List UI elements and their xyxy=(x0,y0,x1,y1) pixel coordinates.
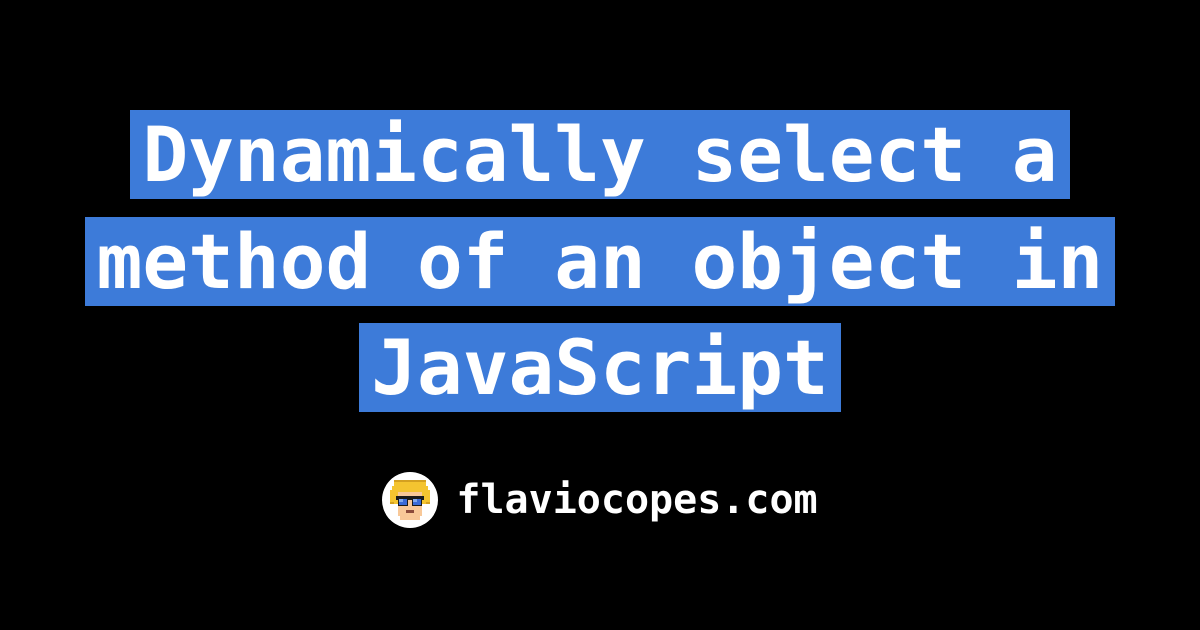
site-name: flaviocopes.com xyxy=(456,477,817,523)
avatar-icon xyxy=(386,476,434,524)
avatar xyxy=(382,472,438,528)
title-text: Dynamically select a method of an object… xyxy=(85,110,1116,412)
page-title: Dynamically select a method of an object… xyxy=(0,102,1200,421)
byline: flaviocopes.com xyxy=(382,472,817,528)
